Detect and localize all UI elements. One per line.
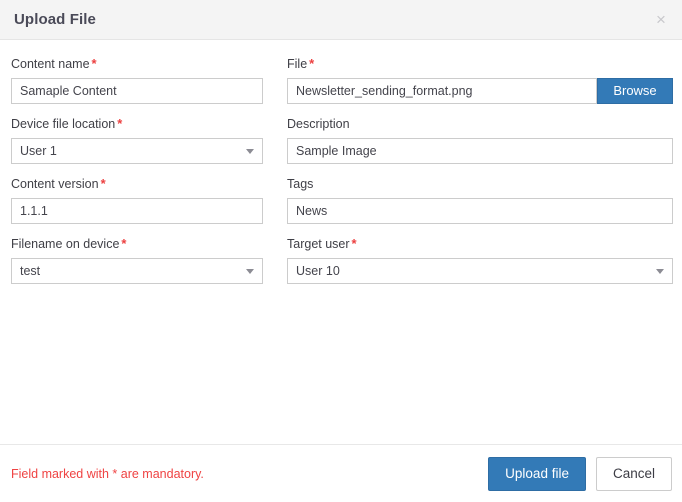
label-text: Content name	[11, 57, 90, 71]
label-filename-on-device: Filename on device *	[11, 236, 263, 252]
required-marker: *	[117, 116, 123, 131]
field-content-name: Content name *	[11, 57, 263, 104]
label-target-user: Target user *	[287, 236, 673, 252]
close-icon[interactable]: ×	[650, 9, 672, 31]
label-text: Description	[287, 117, 350, 131]
input-wrap-file: Browse	[287, 78, 673, 104]
label-text: File	[287, 57, 308, 71]
device-file-location-select[interactable]: User 1	[11, 138, 263, 164]
label-text: Filename on device	[11, 237, 120, 251]
description-input[interactable]	[287, 138, 673, 164]
label-tags: Tags	[287, 177, 673, 191]
upload-file-dialog: Upload File × Content name* File*	[0, 0, 682, 502]
field-device-file-location: Device file location * User 1	[11, 117, 263, 164]
required-marker: *	[121, 236, 127, 251]
input-wrap-tags	[287, 198, 673, 224]
label-content-name: Content name *	[11, 56, 263, 72]
input-wrap-description	[287, 138, 673, 164]
dialog-footer: Field marked with * are mandatory. Uploa…	[0, 444, 682, 502]
field-target-user: Target user * User 10	[287, 237, 673, 284]
target-user-select[interactable]: User 10	[287, 258, 673, 284]
label-text: Target user	[287, 237, 350, 251]
label-text: Device file location	[11, 117, 116, 131]
filename-on-device-value[interactable]: test	[11, 258, 263, 284]
target-user-value[interactable]: User 10	[287, 258, 673, 284]
label-text: Content version	[11, 177, 99, 191]
required-marker: *	[351, 236, 357, 251]
content-version-input[interactable]	[11, 198, 263, 224]
cancel-button[interactable]: Cancel	[595, 456, 672, 491]
footer-actions: Upload file Cancel	[488, 456, 672, 491]
label-file: File *	[287, 56, 673, 72]
field-description: Description	[287, 117, 673, 164]
field-file: File* Browse	[287, 57, 673, 104]
label-description: Description	[287, 117, 673, 131]
tags-input[interactable]	[287, 198, 673, 224]
field-content-version: Content version *	[11, 177, 263, 224]
required-marker: *	[100, 176, 106, 191]
input-wrap-content-name	[11, 78, 263, 104]
upload-form: Content name* File* Browse Devic	[0, 40, 682, 297]
required-marker: *	[91, 56, 97, 71]
field-tags: Tags	[287, 177, 673, 224]
input-wrap-content-version	[11, 198, 263, 224]
page-title: Upload File	[14, 11, 96, 28]
label-content-version: Content version *	[11, 176, 263, 192]
dialog-header: Upload File ×	[0, 0, 682, 40]
browse-button[interactable]: Browse	[597, 78, 673, 104]
content-name-input[interactable]	[11, 78, 263, 104]
upload-file-button[interactable]: Upload file	[488, 456, 586, 491]
field-filename-on-device: Filename on device * test	[11, 237, 263, 284]
filename-on-device-select[interactable]: test	[11, 258, 263, 284]
device-file-location-value[interactable]: User 1	[11, 138, 263, 164]
label-device-file-location: Device file location *	[11, 116, 263, 132]
mandatory-note: Field marked with * are mandatory.	[11, 466, 204, 481]
dialog-body: Content name* File* Browse Devic	[0, 40, 682, 444]
label-text: Tags	[287, 177, 314, 191]
file-path-input[interactable]	[287, 78, 597, 104]
required-marker: *	[309, 56, 315, 71]
